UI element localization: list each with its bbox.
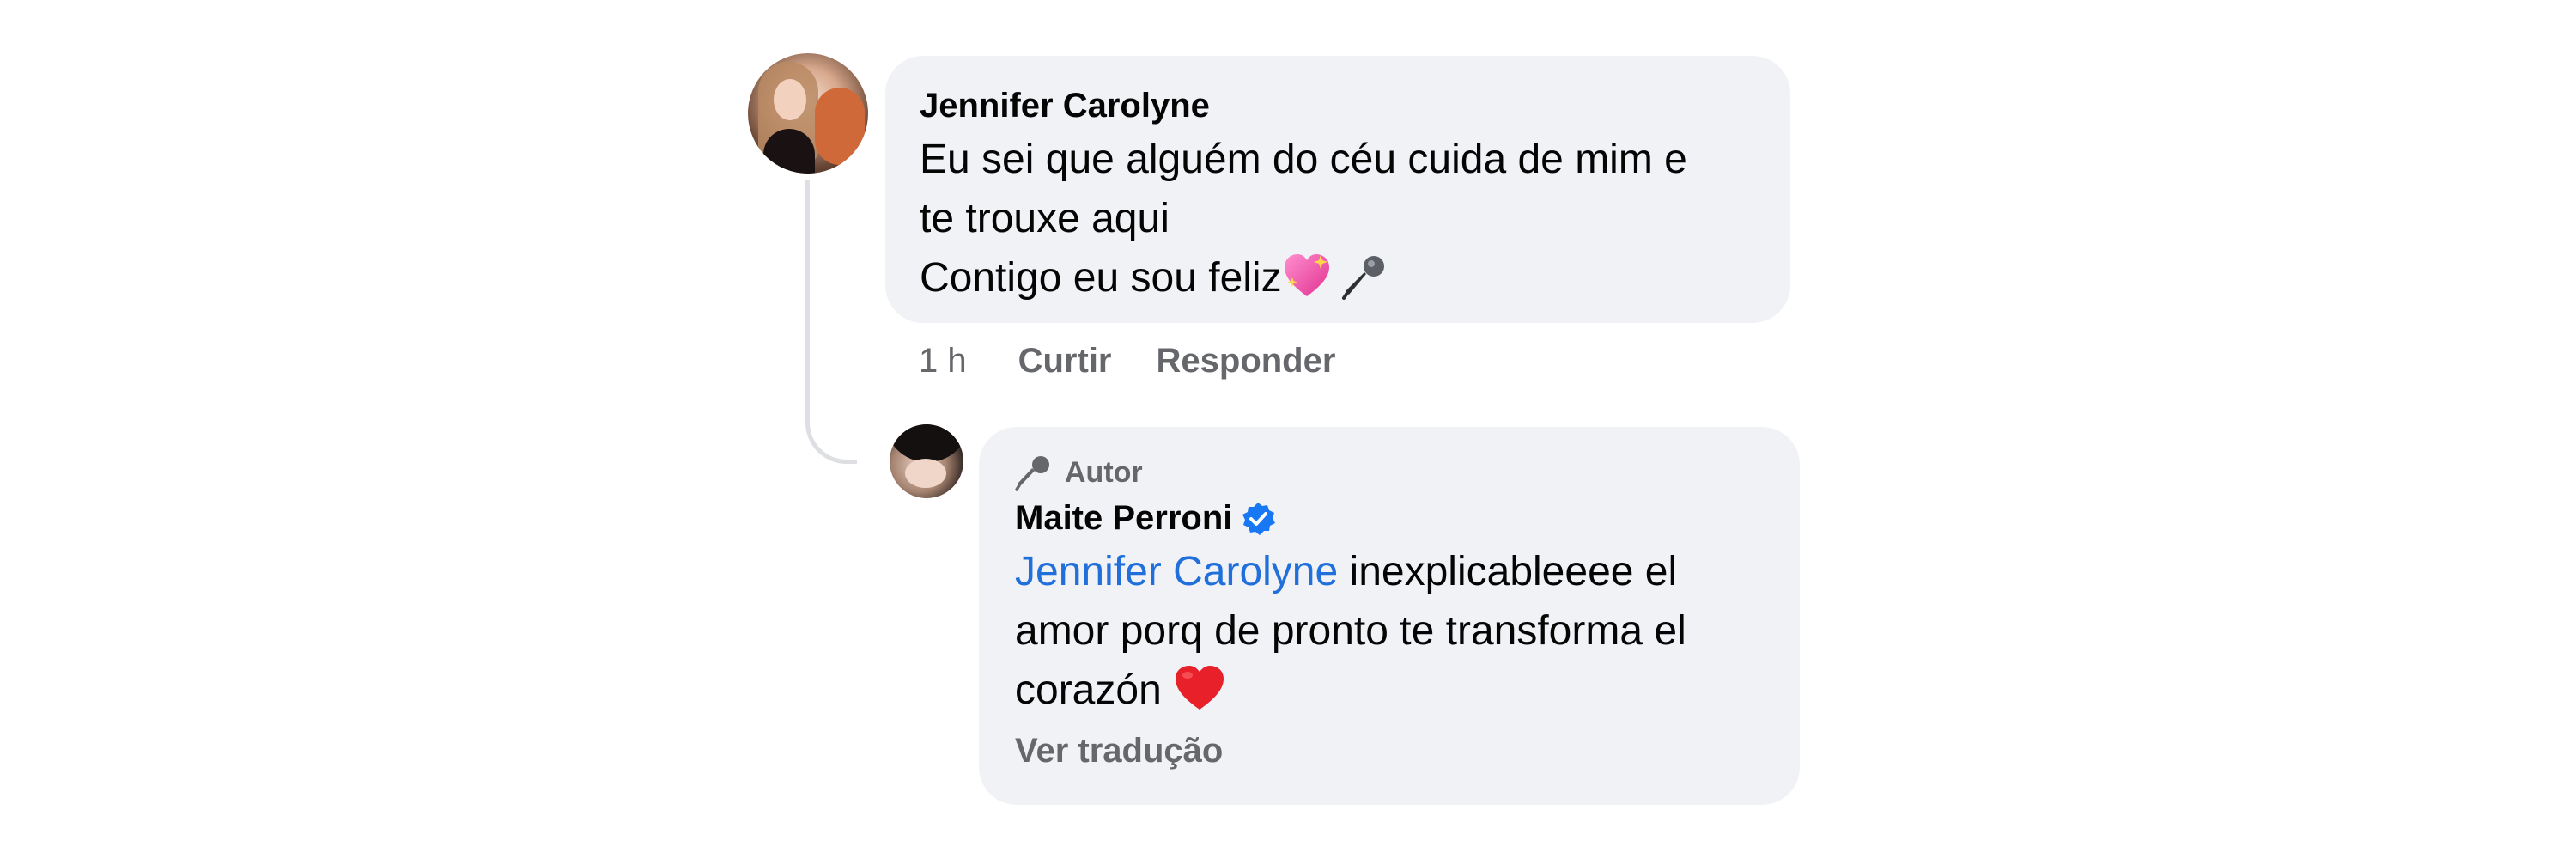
- comment-timestamp[interactable]: 1 h: [919, 337, 967, 385]
- comment-text-line: te trouxe aqui: [920, 196, 1170, 241]
- microphone-icon: [1015, 454, 1053, 491]
- like-button[interactable]: Curtir: [1018, 337, 1112, 385]
- comment-text-line-with-emoji: corazón: [1015, 661, 1764, 720]
- author-badge-label: Autor: [1065, 456, 1143, 489]
- reply-thread-connector: [805, 180, 857, 464]
- comment-text-segment: corazón: [1015, 667, 1162, 713]
- reply-button[interactable]: Responder: [1157, 337, 1336, 385]
- avatar[interactable]: [890, 424, 963, 498]
- comment-text: Jennifer Carolyne inexplicableeee el amo…: [1015, 542, 1764, 720]
- comment-bubble: Jennifer Carolyne Eu sei que alguém do c…: [885, 56, 1790, 323]
- avatar-photo-face: [905, 459, 946, 488]
- comment-thread: Jennifer Carolyne Eu sei que alguém do c…: [0, 0, 2576, 859]
- comment-text-segment: inexplicableeee el: [1338, 549, 1678, 594]
- comment-text-segment: Contigo eu sou feliz: [920, 255, 1282, 301]
- avatar-photo-background: [815, 88, 865, 165]
- comment-author-name-row: Maite Perroni: [1015, 494, 1764, 542]
- avatar-photo-face: [774, 79, 806, 120]
- author-badge: Autor: [1015, 451, 1764, 494]
- red-heart-icon: [1173, 663, 1226, 713]
- comment-text: Eu sei que alguém do céu cuida de mim e …: [920, 130, 1756, 308]
- avatar-photo-hair: [890, 424, 963, 462]
- sparkling-heart-icon: [1282, 252, 1332, 300]
- comment-text-line: Eu sei que alguém do céu cuida de mim e: [920, 137, 1687, 182]
- reply-bubble: Autor Maite Perroni Jennifer Carolyne in…: [979, 427, 1800, 805]
- comment-actions: 1 h Curtir Responder: [919, 337, 1380, 385]
- microphone-icon: [1340, 252, 1388, 301]
- verified-badge-icon: [1241, 501, 1276, 535]
- comment-author-name[interactable]: Maite Perroni: [1015, 494, 1232, 542]
- avatar[interactable]: [748, 53, 868, 174]
- comment-text-line: amor porq de pronto te transforma el: [1015, 608, 1686, 654]
- see-translation-link[interactable]: Ver tradução: [1015, 725, 1764, 777]
- comment-text-line-with-emojis: Contigo eu sou feliz: [920, 248, 1756, 308]
- avatar-photo-shirt: [763, 129, 815, 174]
- mention-link[interactable]: Jennifer Carolyne: [1015, 549, 1338, 594]
- comment-text-line-with-mention: Jennifer Carolyne inexplicableeee el: [1015, 542, 1764, 601]
- comment-author-name[interactable]: Jennifer Carolyne: [920, 82, 1756, 130]
